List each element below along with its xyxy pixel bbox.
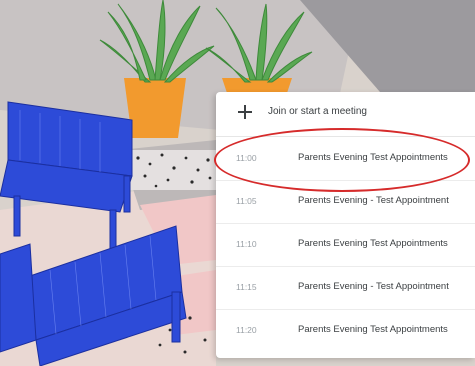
meeting-item[interactable]: 11:05 Parents Evening - Test Appointment bbox=[216, 181, 475, 224]
meeting-title: Parents Evening - Test Appointment bbox=[298, 281, 449, 292]
meeting-item[interactable]: 11:10 Parents Evening Test Appointments bbox=[216, 224, 475, 267]
meeting-time: 11:10 bbox=[236, 239, 257, 249]
meeting-time: 11:15 bbox=[236, 282, 257, 292]
meeting-item[interactable]: 11:20 Parents Evening Test Appointments bbox=[216, 310, 475, 352]
meeting-title: Parents Evening Test Appointments bbox=[298, 238, 448, 249]
plus-icon bbox=[238, 105, 252, 119]
join-or-start-meeting-button[interactable]: Join or start a meeting bbox=[216, 92, 475, 137]
meeting-time: 11:00 bbox=[236, 153, 257, 163]
join-meeting-label: Join or start a meeting bbox=[268, 106, 367, 117]
meeting-item[interactable]: 11:00 Parents Evening Test Appointments bbox=[216, 138, 475, 181]
meeting-title: Parents Evening Test Appointments bbox=[298, 324, 448, 335]
meeting-title: Parents Evening Test Appointments bbox=[298, 152, 448, 163]
screenshot-stage: Join or start a meeting 11:00 Parents Ev… bbox=[0, 0, 475, 366]
meeting-time: 11:20 bbox=[236, 325, 257, 335]
meeting-item[interactable]: 11:15 Parents Evening - Test Appointment bbox=[216, 267, 475, 310]
meetings-panel: Join or start a meeting 11:00 Parents Ev… bbox=[216, 92, 475, 358]
meeting-title: Parents Evening - Test Appointment bbox=[298, 195, 449, 206]
meeting-time: 11:05 bbox=[236, 196, 257, 206]
